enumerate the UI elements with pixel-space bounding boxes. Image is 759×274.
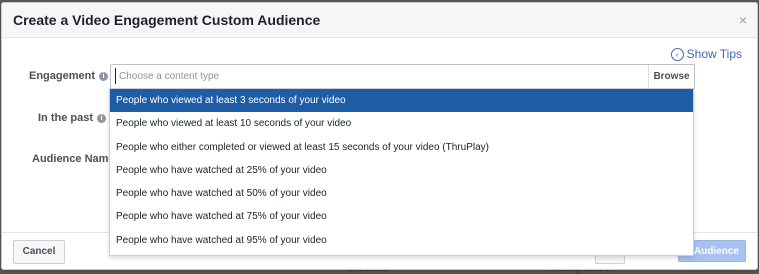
dropdown-option-95-percent[interactable]: People who have watched at 95% of your v… <box>110 229 693 252</box>
dropdown-option-10-seconds[interactable]: People who viewed at least 10 seconds of… <box>110 112 693 135</box>
browse-button[interactable]: Browse <box>648 65 694 89</box>
dropdown-option-75-percent[interactable]: People who have watched at 75% of your v… <box>110 205 693 228</box>
close-icon[interactable]: × <box>739 12 747 28</box>
cancel-button[interactable]: Cancel <box>13 240 65 264</box>
engagement-label: Engagement i <box>29 70 109 82</box>
in-the-past-label: In the past i <box>38 112 107 124</box>
dropdown-option-3-seconds[interactable]: People who viewed at least 3 seconds of … <box>110 89 693 113</box>
dropdown-option-thruplay[interactable]: People who either completed or viewed at… <box>110 136 693 159</box>
dropdown-option-50-percent[interactable]: People who have watched at 50% of your v… <box>110 182 693 205</box>
engagement-input[interactable] <box>115 68 639 84</box>
engagement-label-text: Engagement <box>29 70 96 82</box>
content-type-dropdown: People who viewed at least 3 seconds of … <box>109 88 694 256</box>
info-icon[interactable]: i <box>99 71 109 81</box>
dialog-header: Create a Video Engagement Custom Audienc… <box>2 3 757 38</box>
engagement-select[interactable]: Browse <box>110 64 695 90</box>
tips-icon: ‹ <box>670 47 684 61</box>
dropdown-option-25-percent[interactable]: People who have watched at 25% of your v… <box>110 159 693 182</box>
dialog-title: Create a Video Engagement Custom Audienc… <box>13 12 321 28</box>
show-tips-label: Show Tips <box>686 47 742 61</box>
audience-name-label: Audience Name <box>32 153 115 165</box>
show-tips-link[interactable]: ‹ Show Tips <box>670 47 742 61</box>
audience-name-label-text: Audience Name <box>32 153 115 165</box>
info-icon[interactable]: i <box>97 113 107 123</box>
in-the-past-label-text: In the past <box>38 112 94 124</box>
